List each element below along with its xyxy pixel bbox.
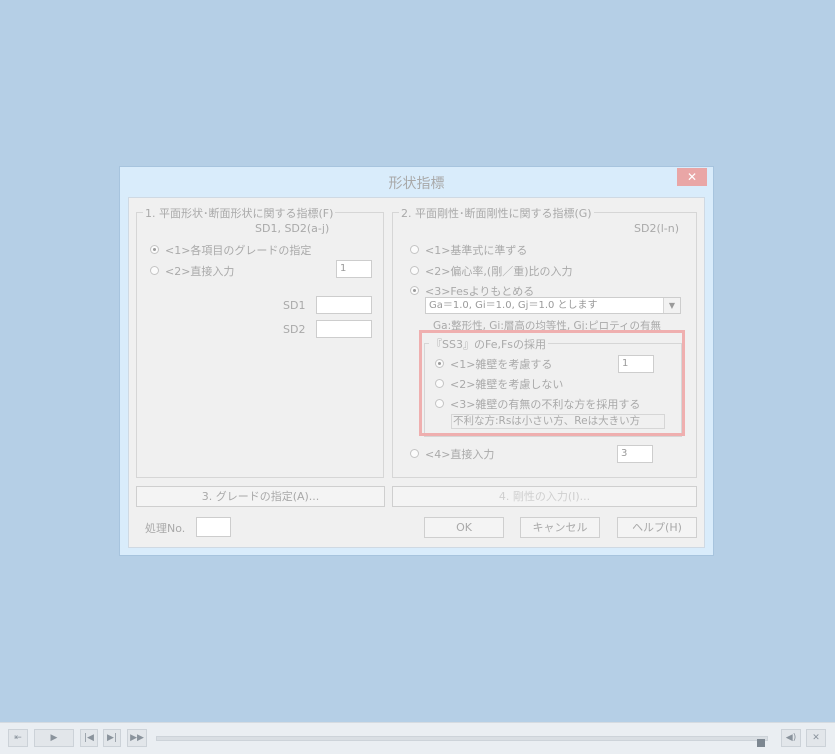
eccentricity-input-label[interactable]: <2>偏心率,(剛／重)比の入力 — [425, 263, 573, 279]
exit-icon[interactable]: ⇤ — [8, 729, 28, 747]
chevron-down-icon[interactable]: ▼ — [663, 298, 680, 313]
highlight-frame — [419, 330, 685, 436]
shape-index-dialog: 形状指標 ✕ 1. 平面形状･断面形状に関する指標(F) SD1, SD2(a-… — [119, 166, 714, 556]
plan-section-shape-subtitle: SD1, SD2(a-j) — [255, 222, 330, 235]
cancel-button[interactable]: キャンセル — [520, 517, 600, 538]
direct-input-field[interactable]: 1 — [336, 260, 372, 278]
title-bar[interactable]: 形状指標 ✕ — [120, 167, 713, 197]
g-values-dropdown[interactable]: Ga＝1.0, Gi＝1.0, Gj＝1.0 とします ▼ — [425, 297, 681, 314]
direct-input-rigidity-radio[interactable] — [410, 449, 419, 458]
fes-derive-radio[interactable] — [410, 286, 419, 295]
dialog-title: 形状指標 — [388, 176, 445, 192]
direct-input-rigidity-field[interactable]: 3 — [617, 445, 653, 463]
close-button[interactable]: ✕ — [677, 168, 707, 186]
ok-button[interactable]: OK — [424, 517, 504, 538]
fast-forward-icon[interactable]: ▶▶ — [127, 729, 147, 747]
plan-section-rigidity-subtitle: SD2(l-n) — [634, 222, 680, 235]
eccentricity-input-radio[interactable] — [410, 266, 419, 275]
process-no-field[interactable] — [196, 517, 231, 537]
sd1-field[interactable] — [316, 296, 372, 314]
g-values-selected: Ga＝1.0, Gi＝1.0, Gj＝1.0 とします — [429, 300, 598, 311]
plan-section-rigidity-group: 2. 平面剛性･断面剛性に関する指標(G) SD2(l-n) <1>基準式に準ず… — [392, 205, 697, 478]
sd2-label: SD2 — [283, 323, 306, 336]
plan-section-rigidity-legend: 2. 平面剛性･断面剛性に関する指標(G) — [399, 205, 594, 221]
close-icon[interactable]: ✕ — [806, 729, 826, 747]
previous-icon[interactable]: |◀ — [80, 729, 98, 747]
direct-input-rigidity-label[interactable]: <4>直接入力 — [425, 446, 494, 462]
next-icon[interactable]: ▶| — [103, 729, 121, 747]
plan-section-shape-group: 1. 平面形状･断面形状に関する指標(F) SD1, SD2(a-j) <1>各… — [136, 205, 384, 478]
sd1-label: SD1 — [283, 299, 306, 312]
direct-input-label[interactable]: <2>直接入力 — [165, 263, 234, 279]
standard-formula-label[interactable]: <1>基準式に準ずる — [425, 242, 527, 258]
sd2-field[interactable] — [316, 320, 372, 338]
seek-thumb[interactable] — [757, 739, 765, 747]
seek-track[interactable] — [156, 736, 768, 741]
grade-specify-button[interactable]: 3. グレードの指定(A)... — [136, 486, 385, 507]
play-icon[interactable]: ▶ — [34, 729, 74, 747]
plan-section-shape-legend: 1. 平面形状･断面形状に関する指標(F) — [143, 205, 336, 221]
process-no-label: 処理No. — [145, 522, 186, 535]
player-toolbar: ⇤ ▶ |◀ ▶| ▶▶ ◀) ✕ — [0, 722, 835, 754]
close-icon: ✕ — [686, 170, 698, 184]
help-button[interactable]: ヘルプ(H) — [617, 517, 697, 538]
grade-specify-radio[interactable] — [150, 245, 159, 254]
standard-formula-radio[interactable] — [410, 245, 419, 254]
direct-input-radio[interactable] — [150, 266, 159, 275]
grade-specify-label[interactable]: <1>各項目のグレードの指定 — [165, 242, 311, 258]
volume-icon[interactable]: ◀) — [781, 729, 801, 747]
dialog-client-area: 1. 平面形状･断面形状に関する指標(F) SD1, SD2(a-j) <1>各… — [128, 197, 705, 548]
rigidity-input-button[interactable]: 4. 剛性の入力(I)... — [392, 486, 697, 507]
